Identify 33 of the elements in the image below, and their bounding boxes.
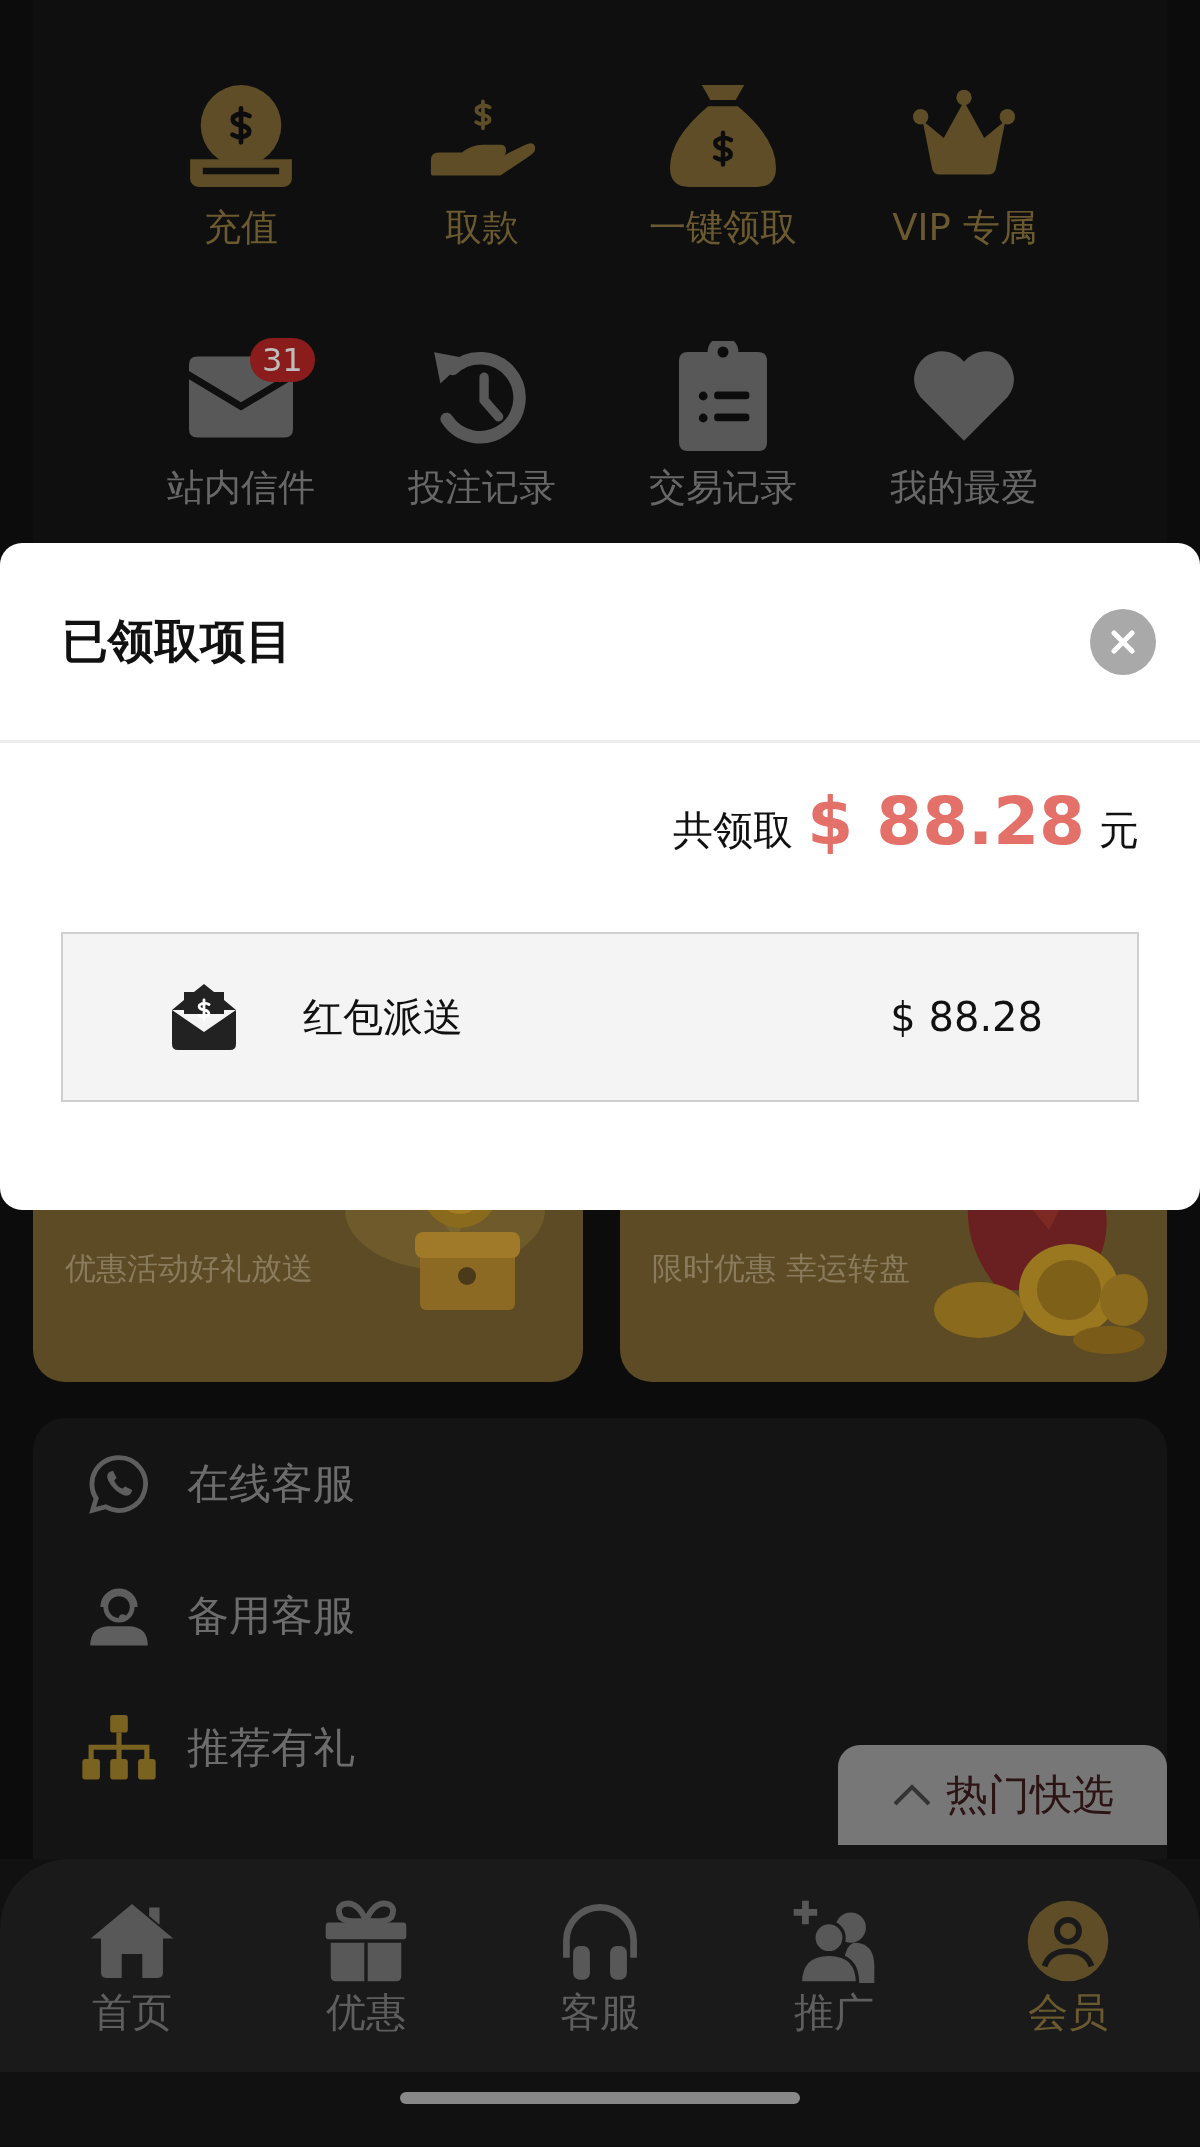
shortcut-label[interactable]: 我的最爱 bbox=[890, 466, 1039, 510]
add-people-icon bbox=[791, 1899, 877, 1983]
modal-title: 已领取项目 bbox=[62, 612, 292, 670]
service-link[interactable]: 在线客服 bbox=[81, 1418, 355, 1550]
coin-icon bbox=[187, 83, 294, 189]
money-envelope-icon bbox=[170, 984, 238, 1050]
tab[interactable]: 推广 bbox=[717, 1859, 951, 2072]
user-circle-icon bbox=[1025, 1899, 1111, 1983]
tab[interactable]: 优惠 bbox=[249, 1859, 483, 2072]
close-icon bbox=[1111, 629, 1135, 654]
shortcut-label[interactable]: 交易记录 bbox=[649, 466, 798, 510]
gift-icon bbox=[323, 1899, 409, 1983]
total-label: 共领取 bbox=[673, 806, 794, 855]
tab[interactable]: 客服 bbox=[483, 1859, 717, 2072]
shortcut-label[interactable]: VIP 专属 bbox=[892, 206, 1037, 250]
shortcut-label[interactable]: 充值 bbox=[203, 206, 278, 250]
service-link[interactable]: 推荐有礼 bbox=[81, 1682, 355, 1814]
shortcut-label[interactable]: 取款 bbox=[444, 206, 519, 250]
chevron-up-icon bbox=[891, 1783, 932, 1807]
org-chart-icon bbox=[81, 1715, 157, 1781]
shortcut-label[interactable]: 投注记录 bbox=[407, 466, 556, 510]
service-link[interactable]: 备用客服 bbox=[81, 1550, 355, 1682]
total-amount: $ 88.28 bbox=[807, 783, 1085, 860]
currency-unit: 元 bbox=[1099, 806, 1139, 855]
item-amount: $ 88.28 bbox=[890, 994, 1043, 1040]
tab[interactable]: 首页 bbox=[15, 1859, 249, 2072]
hot-picks-button[interactable]: 热门快选 bbox=[838, 1745, 1167, 1845]
shortcut-label[interactable]: 一键领取 bbox=[649, 206, 798, 250]
tab[interactable]: 会员 bbox=[951, 1859, 1185, 2072]
item-name: 红包派送 bbox=[303, 992, 464, 1042]
shortcut-label[interactable]: 站内信件 bbox=[166, 466, 315, 510]
money-bag-icon bbox=[670, 83, 777, 189]
count-badge: 31 bbox=[249, 338, 315, 382]
